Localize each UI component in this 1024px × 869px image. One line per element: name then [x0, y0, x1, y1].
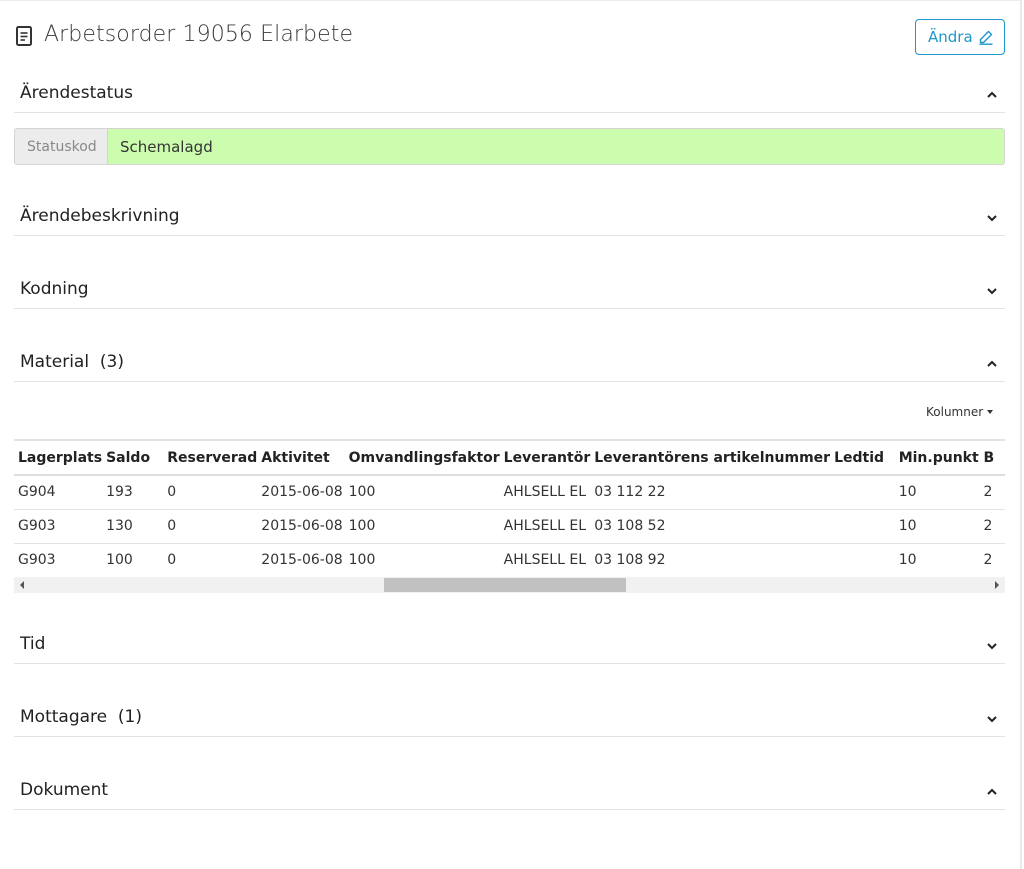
cell-leverantor: AHLSELL EL — [499, 475, 591, 510]
column-header-omvandlingsfaktor[interactable]: Omvandlingsfaktor — [344, 439, 500, 476]
chevron-down-icon — [987, 288, 997, 295]
column-header-ledtid[interactable]: Ledtid — [830, 439, 895, 476]
status-code-label: Statuskod — [15, 129, 108, 164]
document-icon — [16, 26, 32, 46]
section-title: Dokument — [20, 780, 109, 800]
section-header-description[interactable]: Ärendebeskrivning — [14, 202, 1005, 236]
section-title: Ärendestatus — [20, 83, 133, 103]
cell-ledtid — [830, 475, 895, 510]
chevron-up-icon — [987, 360, 997, 367]
cell-lagerplats: G903 — [14, 543, 103, 577]
column-header-minpunkt[interactable]: Min.punkt — [894, 439, 980, 476]
cell-lagerplats: G903 — [14, 509, 103, 544]
section-title: Kodning — [20, 279, 89, 299]
scroll-right-arrow-icon[interactable] — [995, 581, 999, 589]
table-row[interactable]: G903 100 0 2015-06-08 100 AHLSELL EL 03 … — [14, 543, 1005, 577]
section-header-material[interactable]: Material (3) — [14, 348, 1005, 382]
cell-saldo: 130 — [102, 509, 164, 544]
cell-aktivitet: 2015-06-08 — [257, 509, 345, 544]
chevron-up-icon — [987, 788, 997, 795]
table-row[interactable]: G904 193 0 2015-06-08 100 AHLSELL EL 03 … — [14, 475, 1005, 510]
status-code-value: Schemalagd — [108, 129, 1004, 164]
cell-reserverad: 0 — [163, 509, 258, 544]
chevron-up-icon — [987, 91, 997, 98]
cell-minpunkt: 10 — [894, 543, 980, 577]
edit-button[interactable]: Ändra — [915, 19, 1005, 55]
cell-minpunkt: 10 — [894, 509, 980, 544]
cell-aktivitet: 2015-06-08 — [257, 475, 345, 510]
section-title: Material (3) — [20, 352, 124, 372]
cell-reserverad: 0 — [163, 475, 258, 510]
cell-saldo: 193 — [102, 475, 164, 510]
section-header-status[interactable]: Ärendestatus — [14, 79, 1005, 113]
cell-truncated: 2 — [979, 509, 1005, 544]
material-table: Lagerplats Saldo Reserverad Aktivitet Om… — [14, 439, 1005, 577]
section-header-time[interactable]: Tid — [14, 630, 1005, 664]
column-header-lagerplats[interactable]: Lagerplats — [14, 439, 103, 476]
cell-saldo: 100 — [102, 543, 164, 577]
column-header-leverantorens-artikelnummer[interactable]: Leverantörens artikelnummer — [590, 439, 831, 476]
scroll-left-arrow-icon[interactable] — [20, 581, 24, 589]
cell-artikelnummer: 03 112 22 — [590, 475, 831, 510]
column-header-aktivitet[interactable]: Aktivitet — [257, 439, 345, 476]
table-row[interactable]: G903 130 0 2015-06-08 100 AHLSELL EL 03 … — [14, 509, 1005, 544]
caret-down-icon — [987, 410, 994, 414]
column-header-truncated[interactable]: B — [979, 439, 1005, 476]
cell-artikelnummer: 03 108 52 — [590, 509, 831, 544]
cell-leverantor: AHLSELL EL — [499, 509, 591, 544]
section-title: Ärendebeskrivning — [20, 206, 180, 226]
cell-leverantor: AHLSELL EL — [499, 543, 591, 577]
horizontal-scrollbar[interactable] — [14, 577, 1005, 593]
page-header: Arbetsorder 19056 Elarbete Ändra — [14, 19, 1006, 55]
cell-aktivitet: 2015-06-08 — [257, 543, 345, 577]
section-header-documents[interactable]: Dokument — [14, 776, 1005, 810]
chevron-down-icon — [987, 643, 997, 650]
page-title: Arbetsorder 19056 Elarbete — [44, 22, 354, 47]
section-title: Tid — [20, 634, 46, 654]
cell-truncated: 2 — [979, 543, 1005, 577]
pencil-icon — [979, 30, 993, 45]
cell-truncated: 2 — [979, 475, 1005, 510]
section-header-coding[interactable]: Kodning — [14, 275, 1005, 309]
columns-label: Kolumner — [926, 405, 984, 419]
chevron-down-icon — [987, 716, 997, 723]
cell-minpunkt: 10 — [894, 475, 980, 510]
cell-reserverad: 0 — [163, 543, 258, 577]
column-header-saldo[interactable]: Saldo — [102, 439, 164, 476]
page: Arbetsorder 19056 Elarbete Ändra Ärendes… — [0, 0, 1022, 869]
table-header-row: Lagerplats Saldo Reserverad Aktivitet Om… — [14, 439, 1005, 476]
cell-ledtid — [830, 509, 895, 544]
chevron-down-icon — [987, 215, 997, 222]
cell-ledtid — [830, 543, 895, 577]
scrollbar-thumb[interactable] — [384, 578, 626, 592]
column-header-reserverad[interactable]: Reserverad — [163, 439, 258, 476]
cell-omvandlingsfaktor: 100 — [344, 475, 500, 510]
cell-omvandlingsfaktor: 100 — [344, 509, 500, 544]
section-title: Mottagare (1) — [20, 707, 142, 727]
section-header-recipients[interactable]: Mottagare (1) — [14, 703, 1005, 737]
cell-lagerplats: G904 — [14, 475, 103, 510]
cell-artikelnummer: 03 108 92 — [590, 543, 831, 577]
cell-omvandlingsfaktor: 100 — [344, 543, 500, 577]
columns-dropdown-button[interactable]: Kolumner — [926, 405, 994, 419]
material-table-container[interactable]: Lagerplats Saldo Reserverad Aktivitet Om… — [14, 439, 1005, 577]
column-header-leverantor[interactable]: Leverantör — [499, 439, 591, 476]
edit-button-label: Ändra — [928, 28, 973, 46]
status-code-group: Statuskod Schemalagd — [14, 128, 1005, 165]
